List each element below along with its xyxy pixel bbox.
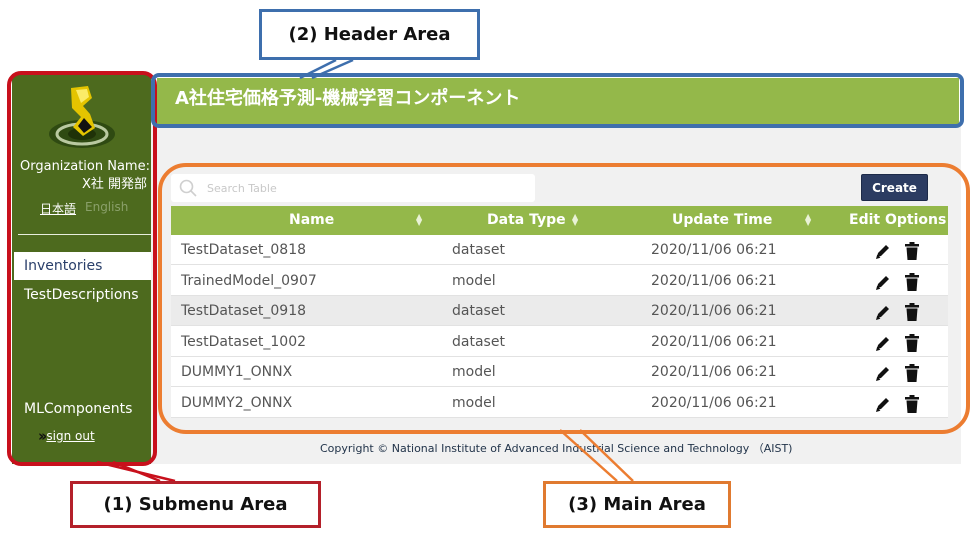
cell-name: DUMMY2_ONNX xyxy=(181,394,293,411)
page-title: A社住宅価格予測-機械学習コンポーネント xyxy=(175,88,521,109)
edit-options xyxy=(875,272,919,291)
cell-name: TestDataset_0918 xyxy=(181,303,307,319)
search-input[interactable] xyxy=(207,178,527,198)
header-area-callout: (2) Header Area xyxy=(259,9,480,60)
column-header-update-time[interactable]: Update Time xyxy=(672,206,772,235)
search-bar xyxy=(171,174,535,202)
table-row[interactable]: TestDataset_0918 dataset 2020/11/06 06:21 xyxy=(171,296,948,326)
sidebar-item-testdescriptions[interactable]: TestDescriptions xyxy=(14,282,151,308)
cell-data-type: dataset xyxy=(452,303,505,319)
create-button[interactable]: Create xyxy=(861,174,928,201)
edit-options xyxy=(875,303,919,321)
edit-options xyxy=(875,364,919,382)
trash-icon[interactable] xyxy=(905,303,919,321)
language-japanese-link[interactable]: 日本語 xyxy=(40,200,76,217)
cell-data-type: dataset xyxy=(452,242,505,258)
sidebar-item-inventories[interactable]: Inventories xyxy=(14,252,151,280)
sort-icon[interactable]: ▲ ▼ xyxy=(572,206,578,235)
sign-out-label: sign out xyxy=(46,429,95,443)
edit-options xyxy=(875,333,919,352)
cell-name: TestDataset_1002 xyxy=(181,333,307,350)
submenu-sidebar: Organization Name: X社 開発部 日本語 English In… xyxy=(12,74,151,464)
cell-update-time: 2020/11/06 06:21 xyxy=(651,303,777,319)
pencil-icon[interactable] xyxy=(875,334,891,352)
cell-update-time: 2020/11/06 06:21 xyxy=(651,333,777,350)
cell-update-time: 2020/11/06 06:21 xyxy=(651,242,777,258)
submenu-pointer-line xyxy=(112,460,161,483)
table-header: Name ▲ ▼ Data Type ▲ ▼ Update Time ▲ ▼ Edit… xyxy=(171,206,948,235)
cell-update-time: 2020/11/06 06:21 xyxy=(651,272,777,289)
language-english-link[interactable]: English xyxy=(85,200,128,214)
double-chevron-icon: ›› xyxy=(38,427,48,445)
column-header-data-type[interactable]: Data Type xyxy=(487,206,566,235)
app-logo xyxy=(46,80,118,152)
cell-data-type: model xyxy=(452,394,496,411)
copyright-footer: Copyright © National Institute of Advanc… xyxy=(320,442,793,455)
table-row[interactable]: TestDataset_0818 dataset 2020/11/06 06:21 xyxy=(171,235,948,265)
sidebar-item-mlcomponents[interactable]: MLComponents xyxy=(14,396,151,422)
trash-icon[interactable] xyxy=(905,272,919,291)
trash-icon[interactable] xyxy=(905,333,919,352)
cell-update-time: 2020/11/06 06:21 xyxy=(651,394,777,411)
search-icon xyxy=(179,179,197,197)
column-header-name[interactable]: Name xyxy=(289,206,334,235)
cell-data-type: dataset xyxy=(452,333,505,350)
pencil-icon[interactable] xyxy=(875,273,891,291)
pencil-icon[interactable] xyxy=(875,364,891,382)
header-pointer-line xyxy=(311,58,354,80)
table-row[interactable]: DUMMY1_ONNX model 2020/11/06 06:21 xyxy=(171,357,948,387)
cell-name: TestDataset_0818 xyxy=(181,242,307,258)
sort-icon[interactable]: ▲ ▼ xyxy=(416,206,422,235)
organization-name: X社 開発部 xyxy=(81,177,147,192)
submenu-area-callout: (1) Submenu Area xyxy=(70,481,321,528)
submenu-pointer-line xyxy=(96,460,176,483)
trash-icon[interactable] xyxy=(905,364,919,382)
sidebar-divider xyxy=(18,234,151,235)
cell-data-type: model xyxy=(452,364,496,380)
cell-update-time: 2020/11/06 06:21 xyxy=(651,364,777,380)
sign-out-link[interactable]: ›› sign out xyxy=(38,427,95,445)
pencil-icon[interactable] xyxy=(875,395,891,413)
edit-options xyxy=(875,242,919,260)
table-row[interactable]: TestDataset_1002 dataset 2020/11/06 06:21 xyxy=(171,326,948,357)
pencil-icon[interactable] xyxy=(875,303,891,321)
table-row[interactable]: DUMMY2_ONNX model 2020/11/06 06:21 xyxy=(171,387,948,418)
cell-name: DUMMY1_ONNX xyxy=(181,364,293,380)
table-row[interactable]: TrainedModel_0907 model 2020/11/06 06:21 xyxy=(171,265,948,296)
edit-options xyxy=(875,394,919,413)
main-area-callout: (3) Main Area xyxy=(543,481,731,528)
cell-name: TrainedModel_0907 xyxy=(181,272,317,289)
column-header-edit-options: Edit Options xyxy=(849,212,947,228)
pencil-icon[interactable] xyxy=(875,242,891,260)
sort-icon[interactable]: ▲ ▼ xyxy=(805,206,811,235)
trash-icon[interactable] xyxy=(905,394,919,413)
trash-icon[interactable] xyxy=(905,242,919,260)
cell-data-type: model xyxy=(452,272,496,289)
header-bar: A社住宅価格予測-機械学習コンポーネント xyxy=(157,78,959,124)
header-pointer-line xyxy=(299,58,337,80)
organization-label: Organization Name: xyxy=(20,159,150,174)
inventory-table: Name ▲ ▼ Data Type ▲ ▼ Update Time ▲ ▼ Edit… xyxy=(171,206,948,418)
